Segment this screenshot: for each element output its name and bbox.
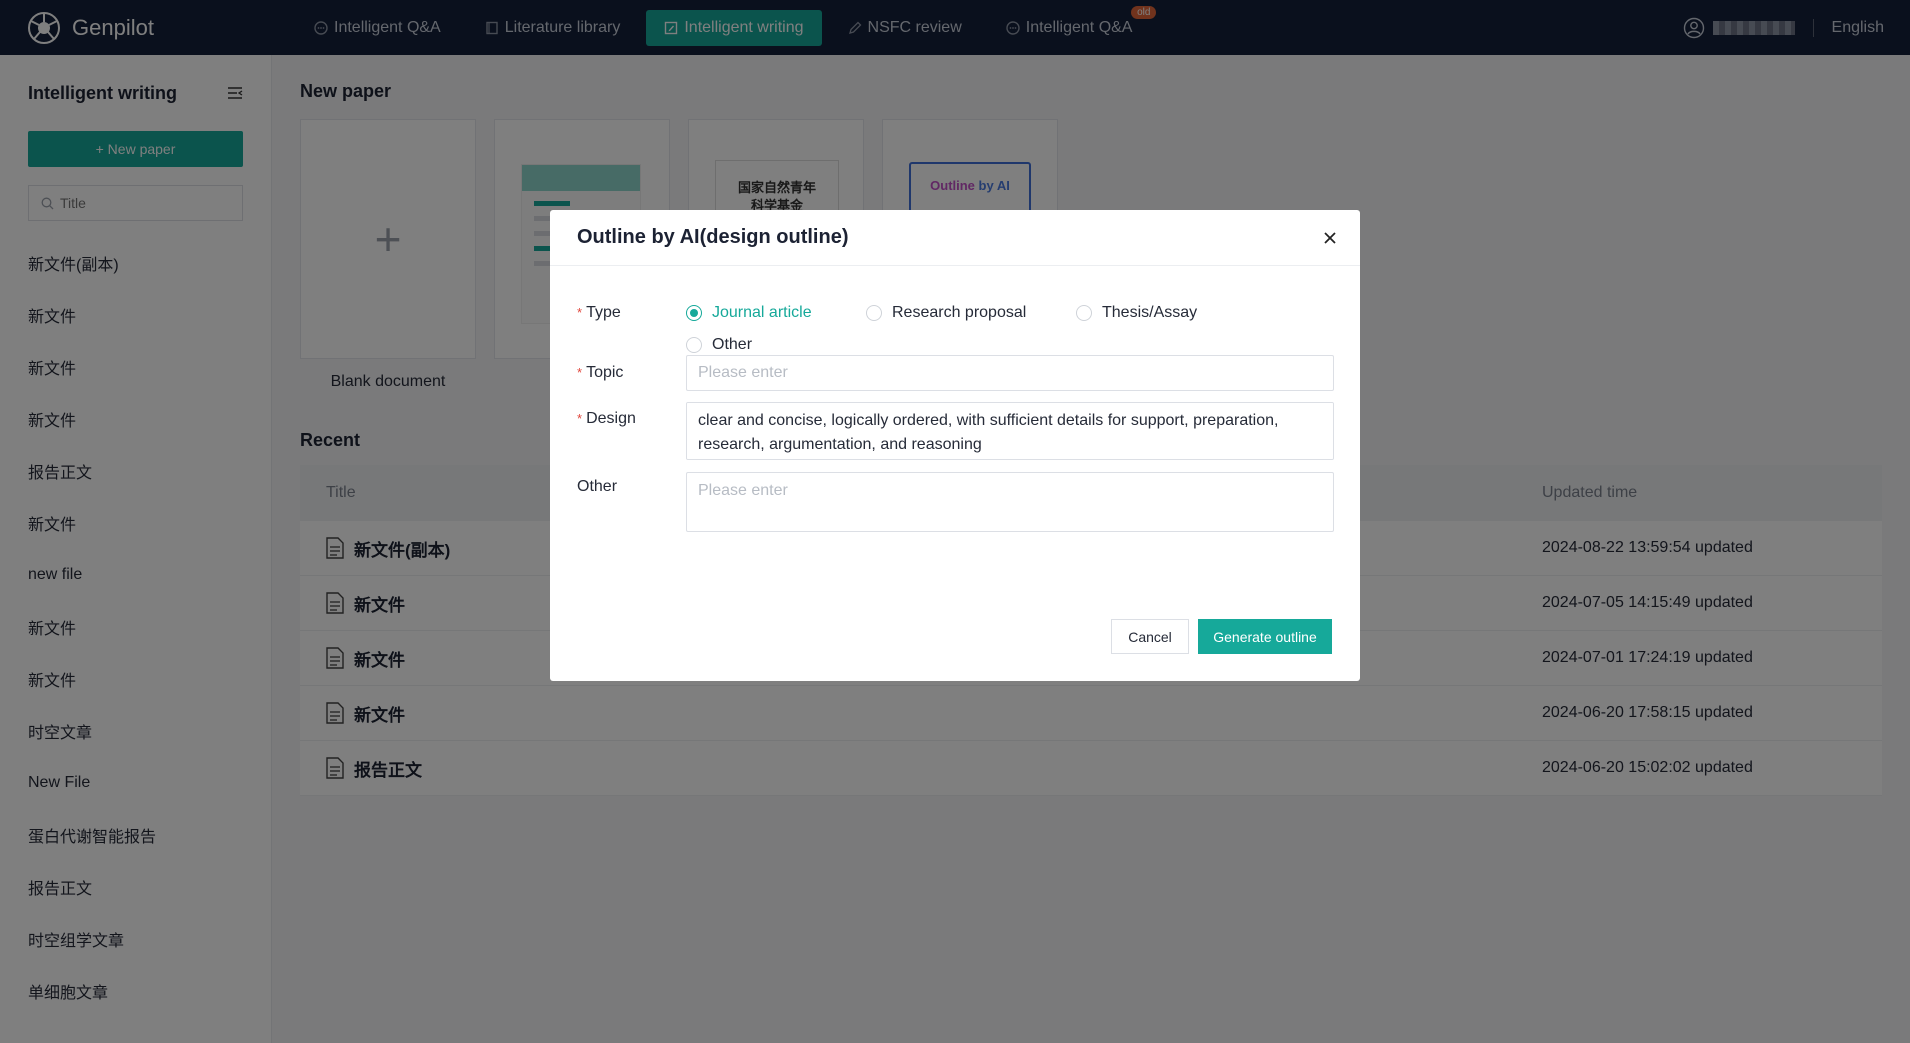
design-textarea[interactable]: clear and concise, logically ordered, wi… [686, 402, 1334, 460]
cancel-button[interactable]: Cancel [1111, 619, 1189, 654]
design-label: * Design [577, 402, 686, 460]
required-mark: * [577, 365, 583, 380]
radio-label: Thesis/Assay [1102, 304, 1198, 321]
close-icon [1324, 232, 1336, 244]
radio-unchecked-icon [866, 305, 882, 321]
radio-unchecked-icon [686, 337, 702, 353]
topic-input[interactable] [686, 355, 1334, 391]
outline-by-ai-dialog: Outline by AI(design outline) * Type Jour… [550, 210, 1360, 681]
other-label: Other [577, 478, 618, 495]
topic-row: * Topic [577, 355, 1334, 391]
design-row: * Design clear and concise, logically ord… [577, 402, 1334, 460]
close-button[interactable] [1318, 226, 1342, 250]
topic-label-text: Topic [586, 364, 624, 381]
radio-other[interactable]: Other [686, 336, 866, 354]
other-row: Other [577, 472, 1334, 532]
dialog-header: Outline by AI(design outline) [550, 210, 1360, 266]
radio-unchecked-icon [1076, 305, 1092, 321]
radio-checked-icon [686, 305, 702, 321]
radio-research-proposal[interactable]: Research proposal [866, 304, 1076, 322]
type-label-text: Type [586, 304, 621, 321]
generate-outline-button[interactable]: Generate outline [1198, 619, 1332, 654]
other-textarea[interactable] [686, 472, 1334, 532]
radio-journal-article[interactable]: Journal article [686, 304, 866, 322]
radio-label: Journal article [712, 304, 812, 321]
radio-label: Other [712, 336, 753, 353]
radio-label: Research proposal [892, 304, 1027, 321]
required-mark: * [577, 305, 583, 320]
design-label-text: Design [586, 410, 636, 427]
required-mark: * [577, 411, 583, 426]
topic-label: * Topic [577, 364, 686, 382]
radio-thesis-assay[interactable]: Thesis/Assay [1076, 304, 1276, 322]
dialog-title: Outline by AI(design outline) [577, 226, 849, 248]
